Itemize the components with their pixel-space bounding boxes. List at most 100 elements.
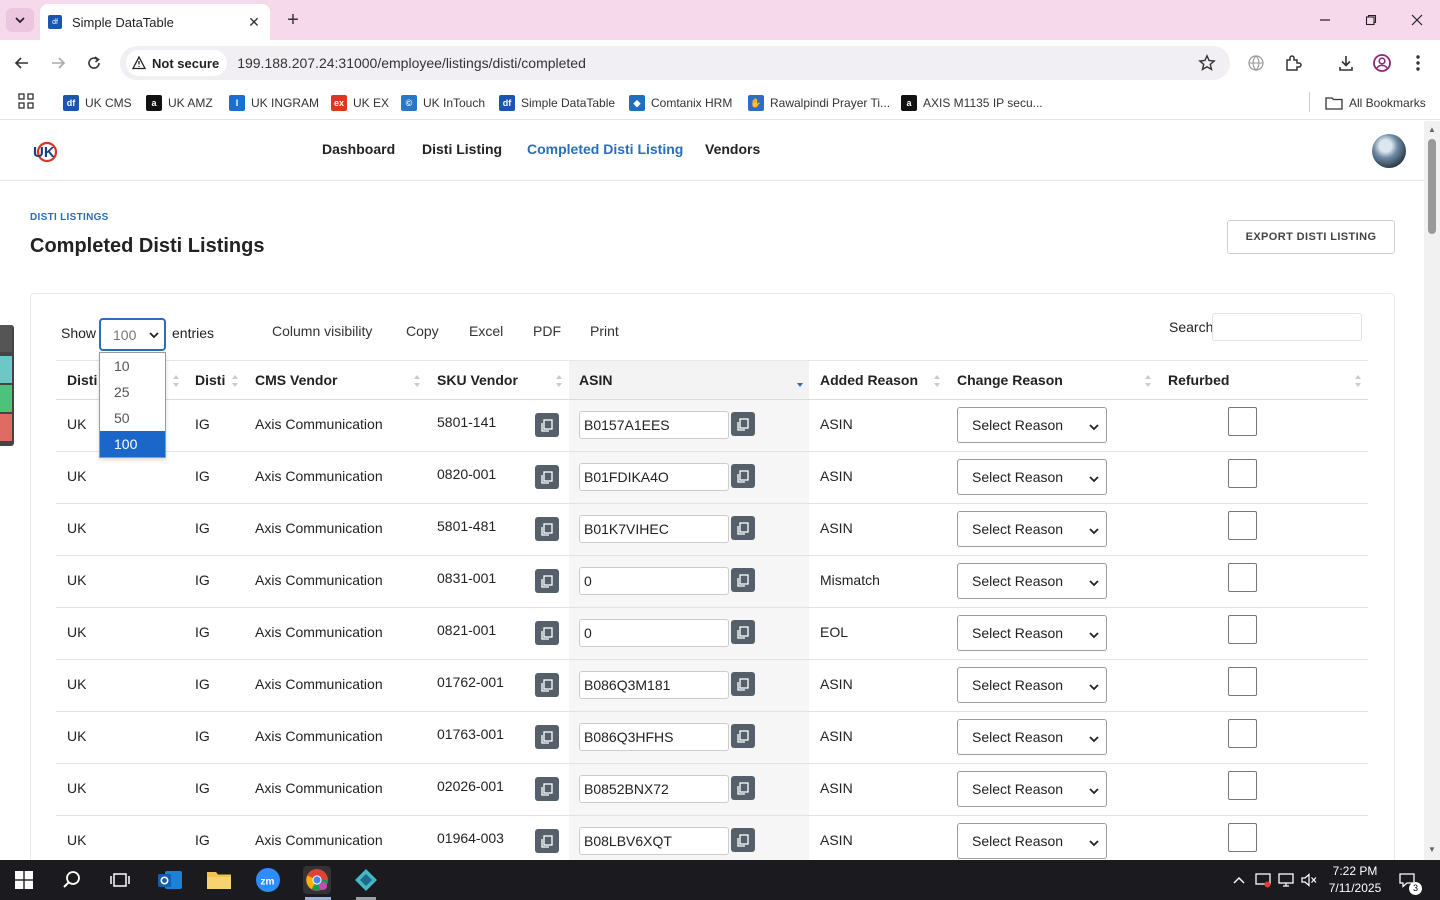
asin-input[interactable]: B0852BNX72 — [579, 775, 729, 803]
windows-start-icon[interactable] — [10, 866, 38, 894]
new-tab-button[interactable]: + — [282, 9, 304, 31]
copy-asin-button[interactable] — [731, 568, 755, 592]
change-reason-select[interactable]: Select Reason — [957, 407, 1107, 443]
asin-input[interactable]: 0 — [579, 567, 729, 595]
scroll-down-icon[interactable]: ▼ — [1427, 845, 1437, 855]
copy-sku-button[interactable] — [535, 777, 559, 801]
copy-sku-button[interactable] — [535, 829, 559, 853]
profile-icon[interactable] — [1370, 51, 1394, 75]
copy-sku-button[interactable] — [535, 621, 559, 645]
apps-grid-icon[interactable] — [18, 93, 34, 112]
browser-tab-active[interactable]: df Simple DataTable ✕ — [40, 4, 270, 40]
copy-asin-button[interactable] — [731, 828, 755, 852]
network-alert-icon[interactable] — [1254, 871, 1272, 889]
nav-vendors[interactable]: Vendors — [705, 141, 760, 157]
chevron-up-icon[interactable] — [1230, 871, 1248, 889]
bookmark-item[interactable]: a AXIS M1135 IP secu... — [901, 92, 1043, 114]
chrome-icon[interactable] — [303, 866, 331, 894]
kebab-menu-icon[interactable] — [1406, 51, 1430, 75]
bookmark-item[interactable]: ◆ Comtanix HRM — [629, 92, 732, 114]
excel-button[interactable]: Excel — [469, 323, 503, 339]
forward-icon[interactable] — [44, 49, 72, 77]
outlook-icon[interactable] — [156, 866, 184, 894]
asin-input[interactable]: B01K7VIHEC — [579, 515, 729, 543]
th-disti-2[interactable]: Disti — [195, 372, 225, 388]
translate-icon[interactable] — [1244, 51, 1268, 75]
th-disti[interactable]: Disti — [67, 372, 97, 388]
search-input[interactable] — [1212, 313, 1362, 341]
address-bar[interactable]: Not secure 199.188.207.24:31000/employee… — [120, 46, 1230, 80]
nav-disti-listing[interactable]: Disti Listing — [422, 141, 502, 157]
bookmark-item[interactable]: © UK InTouch — [401, 92, 485, 114]
copy-asin-button[interactable] — [731, 620, 755, 644]
page-scrollbar[interactable]: ▲ ▼ — [1424, 121, 1440, 860]
asin-input[interactable]: B01FDIKA4O — [579, 463, 729, 491]
uk-logo[interactable]: UK — [30, 137, 60, 168]
th-sku-vendor[interactable]: SKU Vendor — [437, 372, 518, 388]
pdf-button[interactable]: PDF — [533, 323, 561, 339]
th-refurbed[interactable]: Refurbed — [1168, 372, 1229, 388]
copy-button[interactable]: Copy — [406, 323, 439, 339]
change-reason-select[interactable]: Select Reason — [957, 823, 1107, 859]
back-icon[interactable] — [8, 49, 36, 77]
scroll-thumb[interactable] — [1428, 139, 1436, 234]
copy-asin-button[interactable] — [731, 672, 755, 696]
ethernet-icon[interactable] — [1277, 871, 1295, 889]
length-option-25[interactable]: 25 — [100, 379, 165, 405]
length-option-50[interactable]: 50 — [100, 405, 165, 431]
minimize-icon[interactable] — [1313, 8, 1337, 32]
bookmark-item[interactable]: a UK AMZ — [146, 92, 213, 114]
close-window-icon[interactable] — [1405, 8, 1429, 32]
change-reason-select[interactable]: Select Reason — [957, 459, 1107, 495]
page-length-select[interactable]: 100 — [99, 318, 166, 351]
app-diamond-icon[interactable] — [352, 866, 380, 894]
copy-sku-button[interactable] — [535, 673, 559, 697]
export-disti-listing-button[interactable]: EXPORT DISTI LISTING — [1227, 220, 1395, 254]
bookmark-item[interactable]: I UK INGRAM — [229, 92, 319, 114]
print-button[interactable]: Print — [590, 323, 619, 339]
change-reason-select[interactable]: Select Reason — [957, 719, 1107, 755]
refurbed-checkbox[interactable] — [1228, 719, 1257, 748]
file-explorer-icon[interactable] — [205, 866, 233, 894]
bookmark-item[interactable]: ✋ Rawalpindi Prayer Ti... — [748, 92, 890, 114]
copy-asin-button[interactable] — [731, 776, 755, 800]
zoom-icon[interactable]: zm — [254, 866, 282, 894]
refurbed-checkbox[interactable] — [1228, 511, 1257, 540]
copy-sku-button[interactable] — [535, 413, 559, 437]
copy-sku-button[interactable] — [535, 517, 559, 541]
copy-asin-button[interactable] — [731, 412, 755, 436]
all-bookmarks-folder[interactable]: All Bookmarks — [1325, 92, 1426, 114]
bookmark-star-icon[interactable] — [1198, 54, 1216, 72]
th-added-reason[interactable]: Added Reason — [820, 372, 918, 388]
scroll-up-icon[interactable]: ▲ — [1427, 125, 1437, 135]
refurbed-checkbox[interactable] — [1228, 771, 1257, 800]
system-clock[interactable]: 7:22 PM 7/11/2025 — [1320, 863, 1390, 897]
nav-dashboard[interactable]: Dashboard — [322, 141, 395, 157]
restore-icon[interactable] — [1359, 8, 1383, 32]
refurbed-checkbox[interactable] — [1228, 615, 1257, 644]
asin-input[interactable]: B0157A1EES — [579, 411, 729, 439]
nav-completed-disti-listing[interactable]: Completed Disti Listing — [527, 141, 683, 157]
bookmark-item[interactable]: ex UK EX — [331, 92, 389, 114]
bookmark-item[interactable]: df UK CMS — [63, 92, 132, 114]
change-reason-select[interactable]: Select Reason — [957, 771, 1107, 807]
asin-input[interactable]: B08LBV6XQT — [579, 827, 729, 855]
asin-input[interactable]: B086Q3M181 — [579, 671, 729, 699]
refurbed-checkbox[interactable] — [1228, 407, 1257, 436]
side-widget[interactable] — [0, 325, 14, 446]
copy-sku-button[interactable] — [535, 465, 559, 489]
refurbed-checkbox[interactable] — [1228, 459, 1257, 488]
asin-input[interactable]: 0 — [579, 619, 729, 647]
change-reason-select[interactable]: Select Reason — [957, 563, 1107, 599]
copy-sku-button[interactable] — [535, 725, 559, 749]
th-change-reason[interactable]: Change Reason — [957, 372, 1063, 388]
task-view-icon[interactable] — [106, 866, 134, 894]
security-chip[interactable]: Not secure — [126, 50, 228, 76]
change-reason-select[interactable]: Select Reason — [957, 615, 1107, 651]
length-option-100[interactable]: 100 — [100, 431, 165, 457]
volume-muted-icon[interactable] — [1300, 871, 1318, 889]
close-tab-icon[interactable]: ✕ — [246, 14, 262, 30]
refurbed-checkbox[interactable] — [1228, 563, 1257, 592]
copy-asin-button[interactable] — [731, 464, 755, 488]
extensions-icon[interactable] — [1281, 51, 1305, 75]
